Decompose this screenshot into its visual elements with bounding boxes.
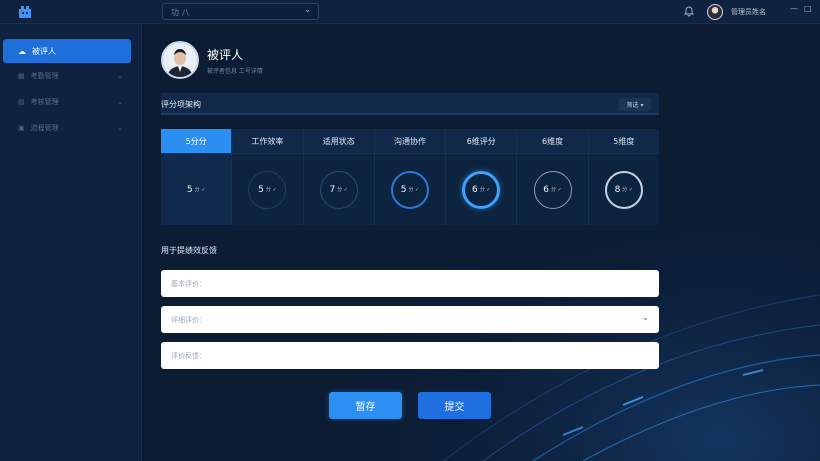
chevron-down-icon: ⌄ bbox=[642, 313, 649, 322]
sidebar-item-label: 考勤管理 bbox=[30, 72, 59, 80]
doc-icon: ▣ bbox=[18, 124, 25, 132]
score-ring: 5分 ✓ bbox=[248, 170, 287, 209]
score-column[interactable]: 5维度 8分 ✓ bbox=[588, 129, 659, 225]
score-ring: 6分 ✓ bbox=[462, 170, 501, 209]
score-column-header[interactable]: 工作效率 bbox=[232, 129, 303, 154]
score-column[interactable]: 5分分 5分 ✓ bbox=[161, 129, 233, 225]
sidebar-item-label: 被评人 bbox=[32, 46, 56, 56]
user-avatar[interactable] bbox=[707, 4, 723, 20]
score-ring: 6分 ✓ bbox=[533, 170, 572, 209]
score-column[interactable]: 6维评分 6分 ✓ bbox=[446, 129, 518, 225]
sidebar-item-label: 流程管理 bbox=[30, 124, 59, 132]
window-controls: — □ bbox=[790, 4, 812, 13]
user-name[interactable]: 管理员姓名 bbox=[731, 7, 766, 17]
filter-button[interactable]: 筛选 ▾ bbox=[619, 98, 651, 111]
minimize-button[interactable]: — bbox=[790, 4, 798, 13]
field-placeholder: 基本评价： bbox=[171, 280, 206, 288]
sidebar-item-label: 考核管理 bbox=[30, 98, 59, 106]
main-content: 被评人 被评者信息 工号详情 评分项架构 筛选 ▾ 5分分 5分 ✓ 工作效率 … bbox=[143, 25, 820, 461]
score-ring: 5分 ✓ bbox=[390, 170, 429, 209]
top-select-value: 功 八 bbox=[171, 8, 190, 17]
chevron-down-icon: ⌄ bbox=[117, 98, 123, 106]
score-column[interactable]: 工作效率 5分 ✓ bbox=[232, 129, 304, 225]
score-column[interactable]: 适用状态 7分 ✓ bbox=[303, 129, 375, 225]
sidebar-item-process[interactable]: ▣ 流程管理 ⌄ bbox=[3, 118, 131, 138]
page-title: 被评人 bbox=[207, 48, 244, 62]
chart-icon: ▤ bbox=[18, 98, 25, 106]
field-placeholder: 评价反馈： bbox=[171, 352, 206, 360]
score-ring: 7分 ✓ bbox=[319, 170, 358, 209]
bell-icon[interactable] bbox=[683, 5, 695, 17]
chevron-down-icon: ⌄ bbox=[117, 72, 123, 80]
field-placeholder: 详细评价： bbox=[171, 316, 206, 324]
save-draft-button[interactable]: 暂存 bbox=[329, 392, 402, 419]
sidebar: ☁ 被评人 ▦ 考勤管理 ⌄ ▤ 考核管理 ⌄ ▣ 流程管理 ⌄ bbox=[0, 24, 142, 461]
score-column-header[interactable]: 6维度 bbox=[517, 129, 588, 154]
sidebar-item-assessment[interactable]: ▤ 考核管理 ⌄ bbox=[3, 92, 131, 112]
evaluatee-avatar bbox=[161, 41, 199, 79]
sidebar-item-attendance[interactable]: ▦ 考勤管理 ⌄ bbox=[3, 66, 131, 86]
sidebar-item-evaluatee[interactable]: ☁ 被评人 bbox=[3, 39, 131, 63]
score-column-header[interactable]: 适用状态 bbox=[303, 129, 374, 154]
grid-icon: ▦ bbox=[18, 72, 25, 80]
maximize-button[interactable]: □ bbox=[804, 4, 812, 13]
chevron-down-icon: ⌄ bbox=[117, 124, 123, 132]
detailed-review-select[interactable]: 详细评价： ⌄ bbox=[161, 306, 659, 333]
basic-review-input[interactable]: 基本评价： bbox=[161, 270, 659, 297]
submit-button[interactable]: 提交 bbox=[418, 392, 491, 419]
score-column-header[interactable]: 5分分 bbox=[161, 129, 232, 154]
top-select[interactable]: 功 八 ⌄ bbox=[162, 3, 319, 20]
logo-icon bbox=[19, 6, 31, 18]
section-header: 评分项架构 筛选 ▾ bbox=[161, 93, 659, 115]
chevron-down-icon: ⌄ bbox=[304, 5, 311, 14]
score-grid: 5分分 5分 ✓ 工作效率 5分 ✓ 适用状态 7分 ✓ 沟通协作 5分 ✓ 6… bbox=[161, 129, 659, 225]
cloud-icon: ☁ bbox=[18, 46, 26, 56]
score-column-header[interactable]: 沟通协作 bbox=[374, 129, 446, 154]
score-column[interactable]: 沟通协作 5分 ✓ bbox=[374, 129, 447, 225]
score-ring: 8分 ✓ bbox=[604, 170, 643, 209]
profile-subtitle: 被评者信息 工号详情 bbox=[207, 68, 263, 75]
score-column-header[interactable]: 5维度 bbox=[588, 129, 659, 154]
score-column[interactable]: 6维度 6分 ✓ bbox=[517, 129, 589, 225]
score-column-header[interactable]: 6维评分 bbox=[446, 129, 517, 154]
section-title: 评分项架构 bbox=[161, 100, 201, 109]
top-bar: 功 八 ⌄ 管理员姓名 — □ bbox=[0, 0, 820, 24]
score-value: 5分 ✓ bbox=[186, 184, 206, 195]
feedback-input[interactable]: 评价反馈： bbox=[161, 342, 659, 369]
feedback-title: 用于提绩效反馈 bbox=[161, 246, 217, 255]
